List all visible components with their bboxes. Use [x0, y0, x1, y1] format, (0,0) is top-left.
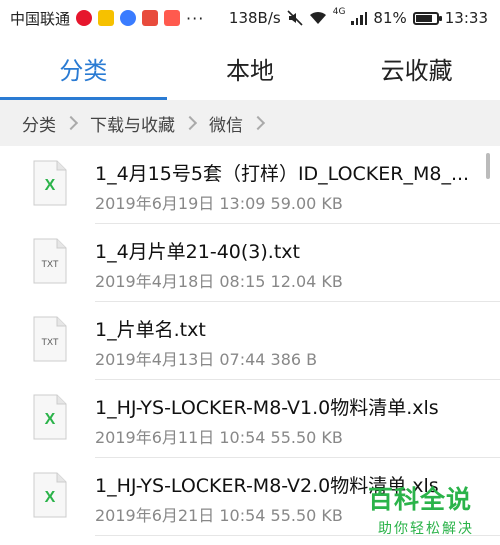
txt-icon-label: TXT [42, 259, 60, 269]
list-item[interactable]: X 1_HJ-YS-LOCKER-M8-V1.0物料清单.xls 2019年6月… [0, 380, 500, 458]
list-item[interactable]: TXT 1_4月片单21-40(3).txt 2019年4月18日 08:15 … [0, 224, 500, 302]
txt-icon-label: TXT [42, 337, 60, 347]
chevron-right-icon [63, 115, 79, 131]
file-meta: 2019年4月18日 08:15 12.04 KB [95, 272, 343, 291]
text-file-icon: TXT [33, 238, 67, 284]
status-right: 138B/s 4G 81% 13:33 [228, 7, 488, 27]
breadcrumb-downloads[interactable]: 下载与收藏 [90, 111, 175, 136]
network-type: 4G [332, 7, 346, 17]
chevron-right-icon [250, 115, 266, 131]
clock: 13:33 [444, 9, 488, 27]
excel-file-icon: X [33, 394, 67, 440]
more-notifications-icon: ··· [186, 8, 205, 28]
file-meta: 2019年6月21日 10:54 55.50 KB [95, 506, 343, 525]
xls-icon-label: X [45, 411, 56, 428]
tab-category[interactable]: 分类 [0, 36, 167, 100]
file-name: 1_HJ-YS-LOCKER-M8-V1.0物料清单.xls [95, 397, 439, 419]
baidu-icon [120, 10, 137, 26]
excel-file-icon: X [33, 160, 67, 206]
wifi-icon [309, 11, 326, 24]
file-meta: 2019年6月11日 10:54 55.50 KB [95, 428, 343, 447]
watermark-title: 百科全说 [368, 485, 473, 514]
yellow-app-icon [98, 10, 115, 26]
battery-icon [412, 11, 442, 25]
watermark-logo: 百科全说 助你轻松解决 [368, 480, 492, 540]
file-meta: 2019年6月19日 13:09 59.00 KB [95, 194, 343, 213]
carrier-label: 中国联通 [10, 9, 71, 28]
mute-icon [287, 10, 303, 26]
status-left: 中国联通 ··· [10, 8, 204, 29]
tab-local[interactable]: 本地 [167, 36, 334, 100]
scrollbar[interactable] [486, 153, 490, 179]
status-bar: 中国联通 ··· 138B/s 4G 81% 13:33 [0, 0, 500, 36]
signal-icon [351, 11, 368, 25]
net-speed: 138B/s [228, 9, 281, 27]
excel-file-icon: X [33, 472, 67, 518]
weibo-icon [76, 10, 93, 26]
breadcrumb: 分类 下载与收藏 微信 [0, 100, 500, 146]
list-item[interactable]: X 1_4月15号5套（打样）ID_LOCKER_M8_... 2019年6月1… [0, 146, 500, 224]
xls-icon-label: X [45, 177, 56, 194]
file-name: 1_4月15号5套（打样）ID_LOCKER_M8_... [95, 163, 470, 185]
watermark-subtitle: 助你轻松解决 [378, 521, 474, 537]
tab-cloud-favorites[interactable]: 云收藏 [333, 36, 500, 100]
xls-icon-label: X [45, 489, 56, 506]
tab-bar: 分类 本地 云收藏 [0, 36, 500, 100]
battery-percent: 81% [373, 9, 407, 27]
battery-fill [415, 14, 432, 22]
red-app-icon [142, 10, 159, 26]
file-name: 1_片单名.txt [95, 319, 206, 341]
file-meta: 2019年4月13日 07:44 386 B [95, 350, 318, 369]
breadcrumb-category[interactable]: 分类 [22, 111, 56, 136]
text-file-icon: TXT [33, 316, 67, 362]
chevron-right-icon [182, 115, 198, 131]
file-name: 1_4月片单21-40(3).txt [95, 241, 300, 263]
red-app-icon-2 [164, 10, 181, 26]
list-item[interactable]: TXT 1_片单名.txt 2019年4月13日 07:44 386 B [0, 302, 500, 380]
breadcrumb-wechat[interactable]: 微信 [209, 111, 243, 136]
